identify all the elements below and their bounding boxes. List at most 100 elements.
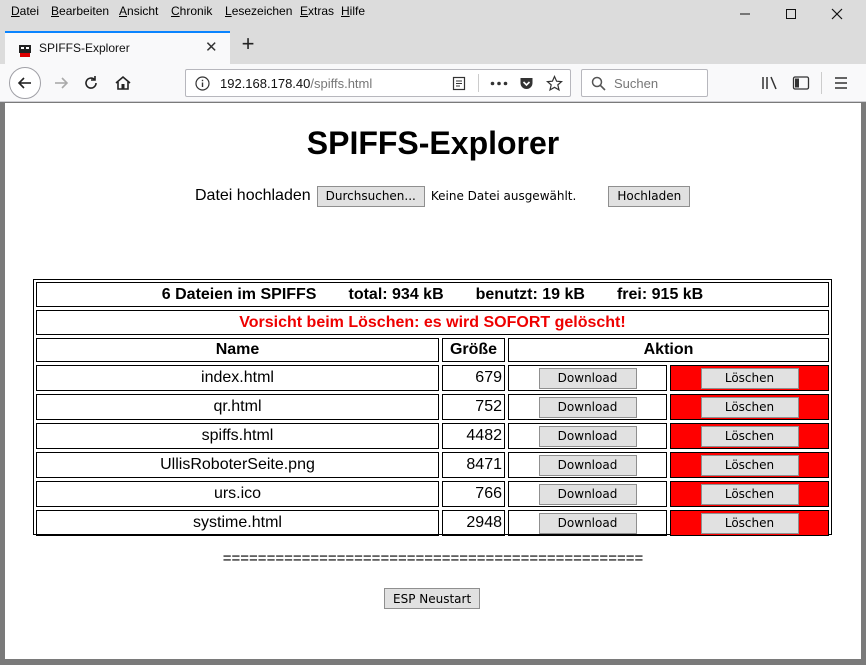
menu-button[interactable]	[829, 71, 853, 95]
menu-extras[interactable]: Extras	[300, 4, 334, 18]
back-button[interactable]	[9, 67, 41, 99]
file-size: 752	[475, 398, 502, 415]
file-name: urs.ico	[213, 485, 262, 502]
bookmark-star-icon[interactable]	[546, 75, 563, 92]
file-name-cell: urs.ico	[36, 481, 439, 507]
download-button[interactable]: Download	[538, 454, 637, 476]
file-name: qr.html	[213, 398, 262, 415]
close-icon	[831, 8, 843, 20]
delete-cell: Löschen	[670, 481, 829, 507]
column-header-action: Aktion	[508, 338, 829, 362]
file-name-cell: systime.html	[36, 510, 439, 536]
tab-spiffs-explorer[interactable]: SPIFFS-Explorer ✕	[5, 31, 230, 64]
file-name-cell: qr.html	[36, 394, 439, 420]
upload-label: Datei hochladen	[195, 187, 311, 204]
no-file-selected-text: Keine Datei ausgewählt.	[430, 189, 577, 203]
download-cell: Download	[508, 510, 667, 536]
menu-bar: Datei Bearbeiten Ansicht Chronik Lesezei…	[0, 0, 866, 26]
file-count: 6 Dateien im SPIFFS	[161, 285, 317, 303]
file-name-cell: UllisRoboterSeite.png	[36, 452, 439, 478]
file-size-cell: 2948	[442, 510, 505, 536]
file-name-cell: spiffs.html	[36, 423, 439, 449]
navigation-bar: 192.168.178.40/spiffs.html Suchen	[0, 64, 866, 102]
delete-button[interactable]: Löschen	[700, 512, 799, 534]
file-size: 766	[475, 485, 502, 502]
page-title: SPIFFS-Explorer	[306, 125, 560, 161]
download-button[interactable]: Download	[538, 425, 637, 447]
page-viewport: SPIFFS-Explorer Datei hochladen Durchsuc…	[5, 103, 861, 659]
menu-datei[interactable]: Datei	[11, 4, 39, 18]
total-space: total: 934 kB	[348, 285, 444, 303]
toolbar-divider	[821, 72, 822, 94]
maximize-icon	[786, 9, 796, 19]
upload-button[interactable]: Hochladen	[608, 185, 691, 207]
arrow-right-icon	[55, 77, 69, 89]
home-icon	[115, 75, 131, 90]
download-button[interactable]: Download	[538, 483, 637, 505]
maximize-button[interactable]	[768, 0, 814, 28]
used-space: benutzt: 19 kB	[475, 285, 585, 303]
download-cell: Download	[508, 481, 667, 507]
delete-button[interactable]: Löschen	[700, 483, 799, 505]
search-icon	[591, 76, 606, 91]
delete-cell: Löschen	[670, 394, 829, 420]
menu-chronik[interactable]: Chronik	[171, 4, 212, 18]
download-button[interactable]: Download	[538, 367, 637, 389]
column-header-name: Name	[36, 338, 439, 362]
minimize-icon	[740, 13, 750, 15]
pocket-icon[interactable]	[519, 76, 534, 91]
column-header-size: Größe	[442, 338, 505, 362]
reload-button[interactable]	[76, 68, 106, 98]
close-window-button[interactable]	[814, 0, 860, 28]
forward-button[interactable]	[46, 68, 76, 98]
delete-cell: Löschen	[670, 452, 829, 478]
minimize-button[interactable]	[722, 0, 768, 28]
menu-bearbeiten[interactable]: Bearbeiten	[51, 4, 109, 18]
tab-title: SPIFFS-Explorer	[39, 41, 130, 55]
summary-row: 6 Dateien im SPIFFS total: 934 kB benutz…	[36, 282, 829, 307]
reader-view-icon[interactable]	[452, 76, 466, 91]
file-size-cell: 752	[442, 394, 505, 420]
delete-button[interactable]: Löschen	[700, 396, 799, 418]
esp-restart-button[interactable]: ESP Neustart	[384, 588, 481, 609]
file-size-cell: 766	[442, 481, 505, 507]
menu-lesezeichen[interactable]: Lesezeichen	[225, 4, 292, 18]
new-tab-button[interactable]: +	[236, 29, 260, 59]
library-icon	[762, 76, 777, 90]
search-input[interactable]: Suchen	[581, 69, 708, 97]
sidebar-button[interactable]	[789, 71, 813, 95]
file-size-cell: 4482	[442, 423, 505, 449]
download-cell: Download	[508, 452, 667, 478]
address-bar[interactable]: 192.168.178.40/spiffs.html	[185, 69, 571, 97]
file-name: UllisRoboterSeite.png	[160, 456, 315, 473]
delete-cell: Löschen	[670, 423, 829, 449]
arrow-left-icon	[17, 77, 31, 89]
menu-hilfe[interactable]: Hilfe	[341, 4, 365, 18]
file-size-cell: 679	[442, 365, 505, 391]
file-size: 2948	[466, 514, 502, 531]
library-button[interactable]	[758, 71, 782, 95]
browse-button[interactable]: Durchsuchen...	[316, 185, 425, 207]
warning-row: Vorsicht beim Löschen: es wird SOFORT ge…	[36, 310, 829, 335]
file-name: systime.html	[193, 514, 282, 531]
page-actions-icon[interactable]	[490, 81, 508, 86]
hamburger-menu-icon	[835, 77, 847, 89]
info-icon[interactable]	[195, 76, 210, 91]
download-button[interactable]: Download	[538, 512, 637, 534]
free-space: frei: 915 kB	[616, 285, 704, 303]
delete-button[interactable]: Löschen	[700, 454, 799, 476]
file-size: 8471	[466, 456, 502, 473]
delete-button[interactable]: Löschen	[700, 425, 799, 447]
home-button[interactable]	[108, 68, 138, 98]
file-size: 679	[475, 369, 502, 386]
upload-form: Datei hochladen Durchsuchen... Keine Dat…	[195, 184, 691, 208]
tab-strip: SPIFFS-Explorer ✕ +	[0, 26, 866, 64]
file-size: 4482	[466, 427, 502, 444]
tab-close-icon[interactable]: ✕	[205, 38, 218, 56]
menu-ansicht[interactable]: Ansicht	[119, 4, 158, 18]
reload-icon	[85, 76, 97, 89]
download-button[interactable]: Download	[538, 396, 637, 418]
file-table: 6 Dateien im SPIFFS total: 934 kB benutz…	[33, 279, 832, 536]
download-cell: Download	[508, 423, 667, 449]
delete-button[interactable]: Löschen	[700, 367, 799, 389]
